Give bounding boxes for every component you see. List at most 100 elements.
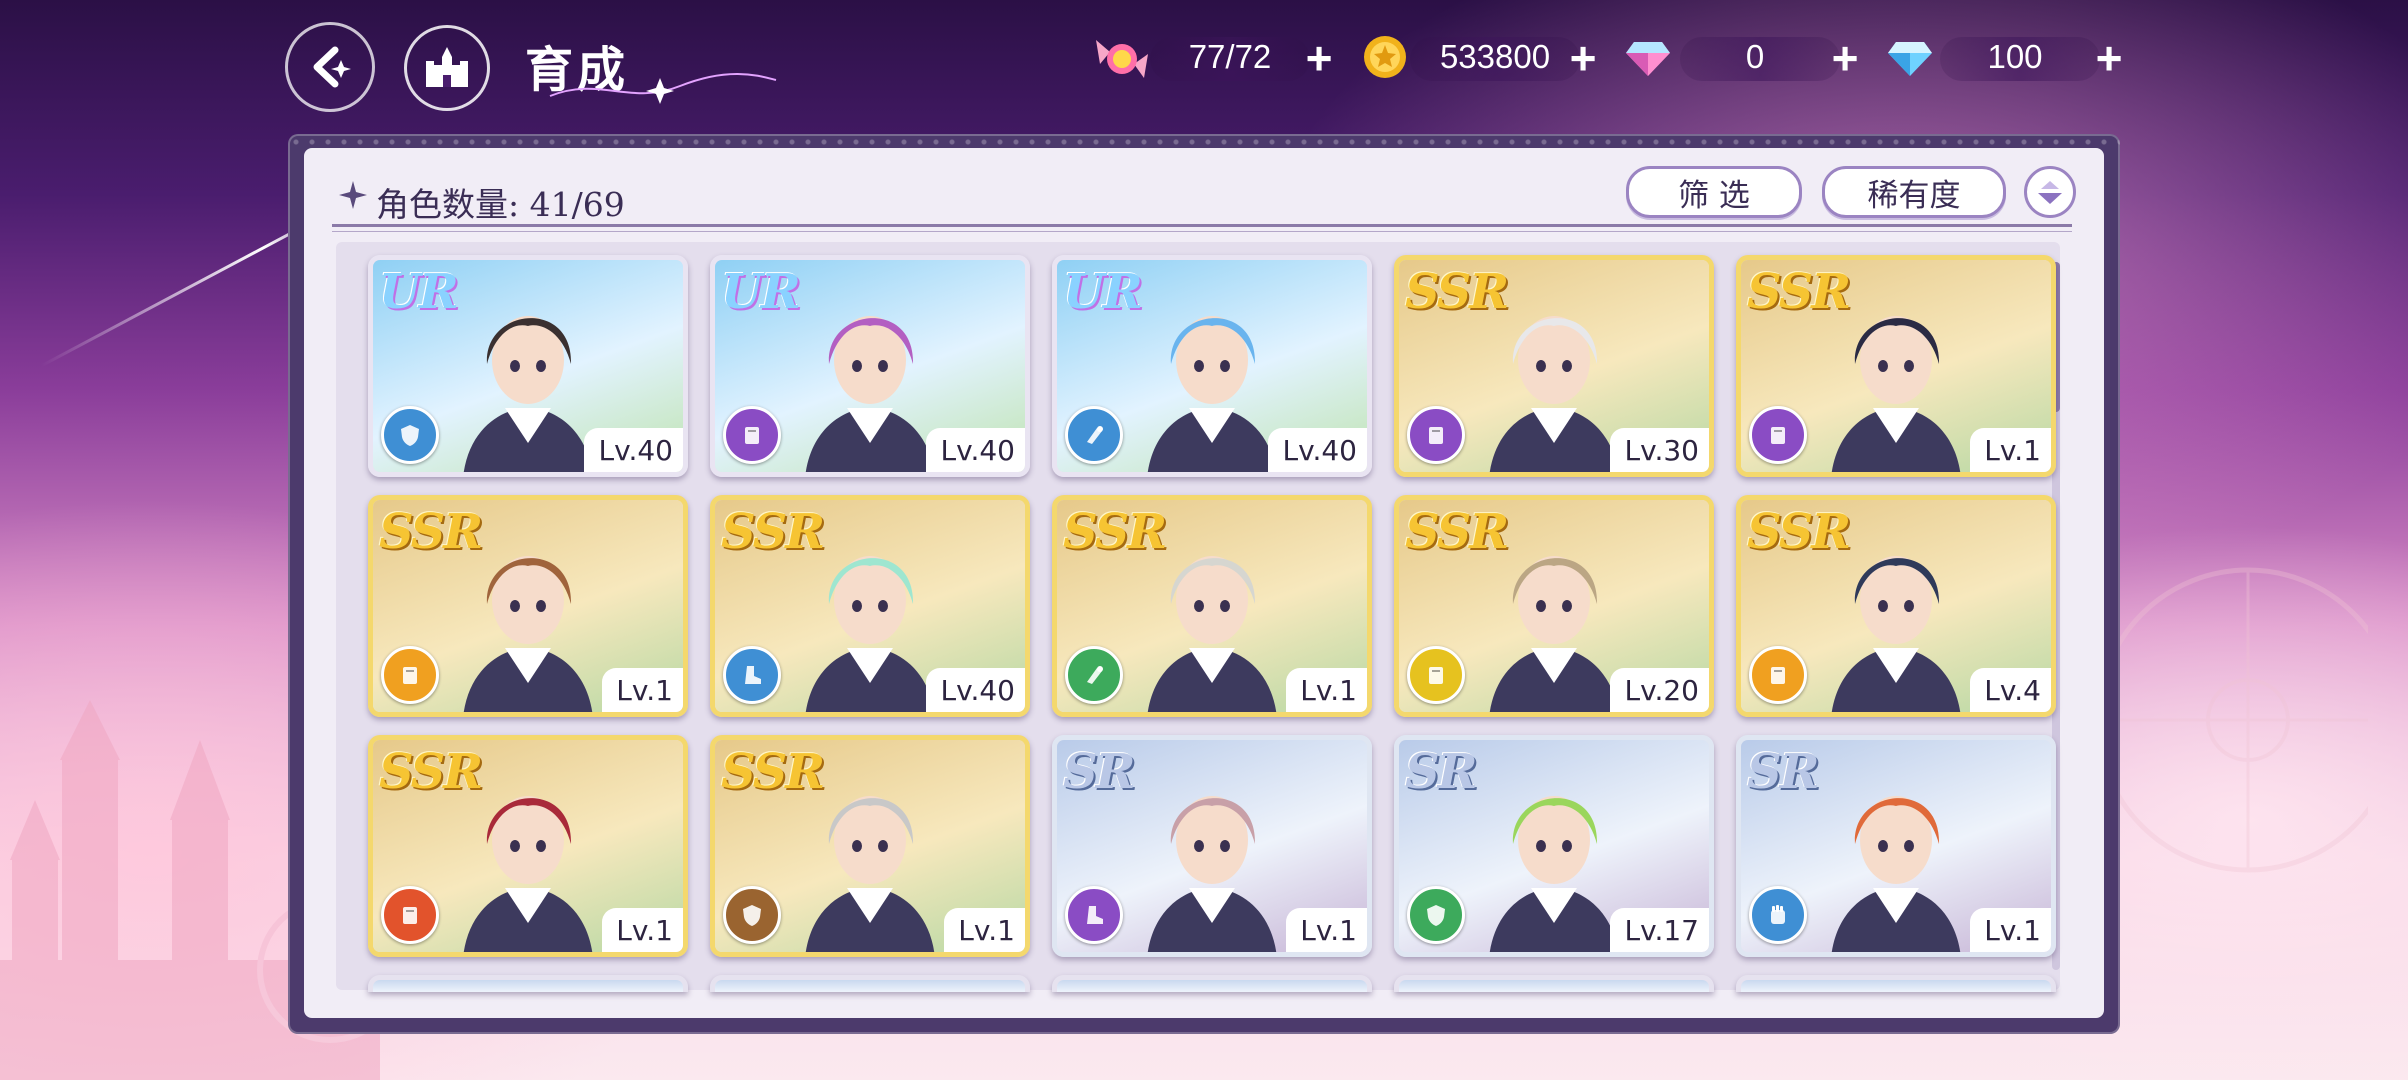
character-card[interactable]: SSR Lv.1 xyxy=(1736,255,2056,477)
rarity-badge: SSR xyxy=(1747,264,1851,320)
book-icon xyxy=(403,667,417,684)
boot-icon xyxy=(745,666,761,684)
character-count-label: 角色数量: xyxy=(376,185,520,224)
attribute-badge xyxy=(1749,646,1807,704)
castle-icon xyxy=(426,47,468,87)
pink-gem-plus-button[interactable]: + xyxy=(1822,35,1868,82)
book-icon xyxy=(1771,667,1785,684)
character-card-partial[interactable] xyxy=(710,975,1030,992)
level-label: Lv.1 xyxy=(602,908,683,952)
character-card[interactable]: UR Lv.40 xyxy=(710,255,1030,477)
character-card-partial[interactable] xyxy=(1736,975,2056,992)
book-icon xyxy=(1429,667,1443,684)
header-divider xyxy=(332,224,2072,227)
rarity-badge: SSR xyxy=(379,744,483,800)
filter-button[interactable]: 筛 选 xyxy=(1626,166,1802,218)
rarity-badge: SSR xyxy=(1405,264,1509,320)
rarity-badge: SSR xyxy=(1063,504,1167,560)
rarity-badge: SSR xyxy=(1405,504,1509,560)
character-card-partial[interactable] xyxy=(1052,975,1372,992)
attribute-badge xyxy=(1065,886,1123,944)
rarity-badge: UR xyxy=(379,264,459,320)
attribute-badge xyxy=(1749,886,1807,944)
pink-gem-icon xyxy=(1626,42,1670,76)
level-label: Lv.1 xyxy=(1286,908,1367,952)
sort-order-button[interactable] xyxy=(2024,166,2076,218)
candy-plus-button[interactable]: + xyxy=(1296,35,1342,82)
attribute-badge xyxy=(381,646,439,704)
attribute-badge xyxy=(723,406,781,464)
back-arrow-icon xyxy=(313,46,351,88)
character-card[interactable]: SSR Lv.1 xyxy=(368,735,688,957)
attribute-badge xyxy=(1407,646,1465,704)
shield-icon xyxy=(743,905,761,926)
back-button[interactable] xyxy=(285,22,375,112)
attribute-badge xyxy=(381,406,439,464)
character-portrait xyxy=(1147,796,1277,952)
character-card[interactable]: SSR Lv.1 xyxy=(1052,495,1372,717)
level-label: Lv.40 xyxy=(1268,428,1367,472)
level-label: Lv.4 xyxy=(1970,668,2051,712)
gold-plus-button[interactable]: + xyxy=(1560,35,1606,82)
character-card[interactable]: SSR Lv.20 xyxy=(1394,495,1714,717)
character-card[interactable]: SSR Lv.1 xyxy=(710,735,1030,957)
attribute-badge xyxy=(381,886,439,944)
character-card[interactable]: SR Lv.1 xyxy=(1052,735,1372,957)
pink-gem-value: 0 xyxy=(1745,38,1765,75)
gold-coin-icon xyxy=(1364,36,1406,78)
attribute-badge xyxy=(723,646,781,704)
character-portrait xyxy=(1831,796,1961,952)
character-card[interactable]: UR Lv.40 xyxy=(1052,255,1372,477)
character-card[interactable]: SSR Lv.1 xyxy=(368,495,688,717)
rarity-badge: UR xyxy=(721,264,801,320)
character-card-partial[interactable] xyxy=(1394,975,1714,992)
character-count-value: 41/69 xyxy=(529,185,625,224)
rarity-badge: SSR xyxy=(721,744,825,800)
character-card[interactable]: SSR Lv.4 xyxy=(1736,495,2056,717)
attribute-badge xyxy=(1407,406,1465,464)
rarity-badge: SR xyxy=(1747,744,1820,800)
attribute-badge xyxy=(1065,646,1123,704)
book-icon xyxy=(1771,427,1785,444)
book-icon xyxy=(745,427,759,444)
level-label: Lv.20 xyxy=(1610,668,1709,712)
attribute-badge xyxy=(723,886,781,944)
rarity-badge: SR xyxy=(1405,744,1478,800)
blue-gem-value: 100 xyxy=(1987,38,2043,75)
horn-icon xyxy=(1087,666,1103,684)
level-label: Lv.17 xyxy=(1610,908,1709,952)
rarity-badge: SR xyxy=(1063,744,1136,800)
character-card[interactable]: SSR Lv.30 xyxy=(1394,255,1714,477)
sparkle-icon xyxy=(339,181,367,209)
character-card[interactable]: UR Lv.40 xyxy=(368,255,688,477)
rarity-badge: SSR xyxy=(721,504,825,560)
candy-icon xyxy=(1096,40,1148,78)
attribute-badge xyxy=(1065,406,1123,464)
chevron-down-icon xyxy=(2038,181,2062,204)
level-label: Lv.30 xyxy=(1610,428,1709,472)
gold-value: 533800 xyxy=(1439,38,1551,75)
level-label: Lv.1 xyxy=(1970,428,2051,472)
home-button[interactable] xyxy=(404,25,490,111)
rarity-badge: SSR xyxy=(379,504,483,560)
character-card[interactable]: SSR Lv.40 xyxy=(710,495,1030,717)
rarity-badge: SSR xyxy=(1747,504,1851,560)
horn-icon xyxy=(1087,426,1103,444)
blue-gem-icon xyxy=(1888,42,1932,76)
blue-gem-plus-button[interactable]: + xyxy=(2086,35,2132,82)
level-label: Lv.40 xyxy=(926,428,1025,472)
title-flourish-decoration xyxy=(549,72,777,104)
character-card[interactable]: SR Lv.17 xyxy=(1394,735,1714,957)
level-label: Lv.40 xyxy=(926,668,1025,712)
character-card[interactable]: SR Lv.1 xyxy=(1736,735,2056,957)
header-divider-thin xyxy=(332,231,2072,232)
attribute-badge xyxy=(1407,886,1465,944)
character-count: 角色数量: 41/69 xyxy=(376,178,625,226)
level-label: Lv.40 xyxy=(584,428,683,472)
rarity-badge: UR xyxy=(1063,264,1143,320)
attribute-badge xyxy=(1749,406,1807,464)
level-label: Lv.1 xyxy=(1286,668,1367,712)
character-card-partial[interactable] xyxy=(368,975,688,992)
shield-icon xyxy=(401,425,419,446)
rarity-sort-button[interactable]: 稀有度 xyxy=(1822,166,2006,218)
